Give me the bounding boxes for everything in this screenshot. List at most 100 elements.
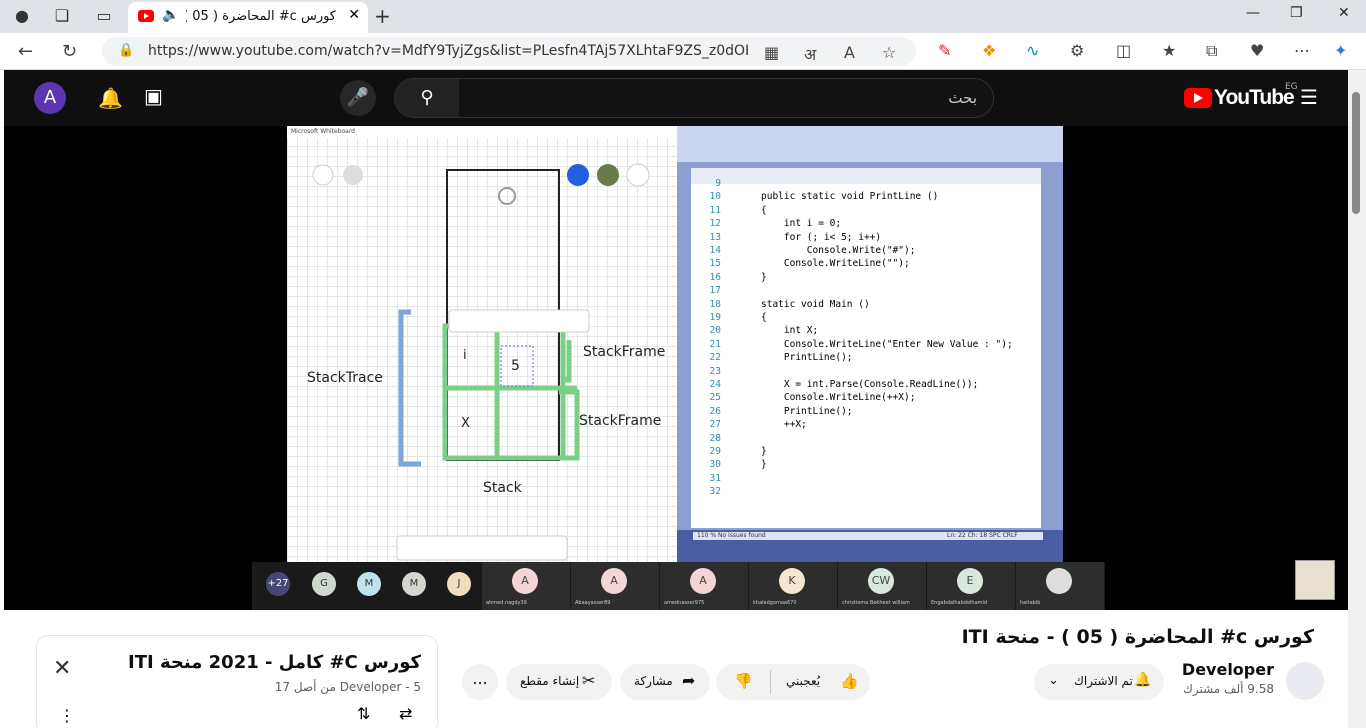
participant-avatar[interactable]: G — [312, 572, 336, 596]
url-text[interactable]: https://www.youtube.com/watch?v=MdfY9Tyj… — [148, 43, 748, 59]
extensions-icon[interactable]: ⚙ — [1070, 41, 1084, 60]
guide-menu-icon[interactable]: ☰ — [1300, 85, 1318, 109]
code-line[interactable]: Console.WriteLine(++X); — [761, 392, 916, 403]
participant-tile[interactable]: E Engabdalhabdelhamid — [927, 562, 1015, 610]
notifications-icon[interactable]: 🔔 — [98, 86, 123, 110]
dislike-icon[interactable]: 👎 — [734, 672, 753, 690]
restore-icon[interactable]: ❐ — [1290, 5, 1303, 21]
participant-tile[interactable]: Aahmed.nagdy39 — [482, 562, 570, 610]
address-bar[interactable]: 🔒 https://www.youtube.com/watch?v=MdfY9T… — [102, 37, 916, 66]
line-number: 13 — [709, 231, 721, 243]
code-line[interactable]: for (; i< 5; i++) — [761, 232, 881, 243]
code-line[interactable]: } — [761, 459, 767, 470]
chart-extension-icon[interactable]: ∿ — [1026, 41, 1039, 60]
code-line[interactable]: public static void PrintLine () — [761, 191, 938, 202]
subscribe-button[interactable]: ⌄ تم الاشتراك 🔔 — [1034, 664, 1164, 700]
new-tab-icon[interactable]: + — [374, 4, 391, 28]
code-line[interactable]: { — [761, 312, 767, 323]
color-extension-icon[interactable]: ❖ — [982, 41, 996, 60]
read-aloud-icon[interactable]: A — [844, 43, 855, 62]
code-line[interactable]: } — [761, 272, 767, 283]
favorite-star-icon[interactable]: ☆ — [882, 43, 896, 62]
code-line[interactable]: Console.Write("#"); — [761, 245, 916, 256]
more-vert-icon[interactable]: ⋮ — [59, 706, 75, 725]
participant-avatar[interactable]: J — [447, 572, 471, 596]
close-window-icon[interactable]: ✕ — [1338, 5, 1350, 21]
code-line[interactable]: PrintLine(); — [761, 406, 853, 417]
workspaces-icon[interactable]: ❏ — [52, 6, 72, 26]
channel-name[interactable]: Developer — [1182, 660, 1274, 679]
participant-tile[interactable]: haitabib — [1016, 562, 1104, 610]
line-number: 22 — [709, 352, 721, 364]
line-number: 10 — [709, 191, 721, 203]
code-line[interactable]: Console.WriteLine(""); — [761, 258, 910, 269]
code-line[interactable]: { — [761, 205, 767, 216]
code-line[interactable]: X = int.Parse(Console.ReadLine()); — [761, 379, 978, 390]
code-line[interactable]: } — [761, 446, 767, 457]
shuffle-icon[interactable]: ⇅ — [357, 704, 370, 723]
participant-tile[interactable]: Kkhaledgomaa670 — [749, 562, 837, 610]
back-icon[interactable]: ← — [18, 41, 33, 62]
favorites-icon[interactable]: ★ — [1162, 41, 1176, 60]
playlist-title[interactable]: كورس C# كامل - 2021 منحة ITI — [128, 652, 421, 673]
participant-tile[interactable]: Aamednasser975 — [660, 562, 748, 610]
translate-icon[interactable]: अ — [804, 43, 816, 65]
refresh-icon[interactable]: ↻ — [62, 41, 77, 62]
participant-tile[interactable]: CW christiema Bekheet william — [838, 562, 926, 610]
apps-icon[interactable]: ▦ — [764, 43, 779, 62]
more-menu-icon[interactable]: ⋯ — [1294, 41, 1310, 60]
code-line[interactable]: int i = 0; — [761, 218, 841, 229]
tab-title: كورس c# المحاضرة ( 05 ) - منحة — [186, 9, 336, 24]
clip-button[interactable]: إنشاء مقطع ✂ — [506, 664, 612, 700]
performance-icon[interactable]: ♥ — [1250, 41, 1264, 60]
channel-avatar[interactable] — [1286, 662, 1324, 700]
split-screen-icon[interactable]: ◫ — [1116, 41, 1131, 60]
participant-tile-name: ahmed.nagdy39 — [486, 600, 527, 606]
close-icon[interactable]: ✕ — [53, 656, 71, 681]
search-icon[interactable]: ⚲ — [395, 79, 459, 117]
avatar[interactable]: A — [34, 82, 66, 114]
code-line[interactable]: PrintLine(); — [761, 352, 853, 363]
copilot-icon[interactable]: ✦ — [1334, 41, 1347, 60]
page-scrollbar[interactable] — [1348, 70, 1366, 728]
tab-actions-icon[interactable]: ▭ — [94, 6, 114, 26]
youtube-header: A 🔔 ▣ 🎤 ⚲ بحث YouTube EG ☰ — [4, 70, 1348, 126]
pen-extension-icon[interactable]: ✎ — [938, 41, 951, 60]
participant-avatar[interactable]: M — [357, 572, 381, 596]
minimize-icon[interactable]: — — [1246, 5, 1260, 21]
line-number: 11 — [709, 204, 721, 216]
participant-tile-avatar: A — [601, 568, 627, 594]
line-number: 17 — [709, 285, 721, 297]
lock-icon[interactable]: 🔒 — [118, 43, 134, 58]
scrollbar-thumb[interactable] — [1352, 92, 1360, 214]
close-tab-icon[interactable]: ✕ — [348, 7, 360, 23]
profile-icon[interactable]: ● — [12, 6, 32, 26]
participant-tile[interactable]: A Abaayasser89 — [571, 562, 659, 610]
code-line[interactable]: int X; — [761, 325, 818, 336]
participant-tile-avatar — [1046, 568, 1072, 594]
like-dislike-button[interactable]: 👎 يُعجبني 👍 — [716, 664, 870, 700]
loop-icon[interactable]: ⇄ — [399, 704, 412, 723]
code-line[interactable]: static void Main () — [761, 299, 870, 310]
divider — [770, 670, 771, 694]
participant-avatar[interactable]: M — [402, 572, 426, 596]
vs-menu-bar — [677, 126, 1063, 162]
search-input[interactable]: بحث — [459, 79, 993, 117]
code-line[interactable]: Console.WriteLine("Enter New Value : "); — [761, 339, 1013, 350]
video-player[interactable]: Microsoft Whiteboard StackTrace StackFra… — [4, 126, 1348, 610]
create-video-icon[interactable]: ▣ — [144, 84, 163, 108]
voice-search-icon[interactable]: 🎤 — [340, 80, 376, 116]
vs-editor-tabs — [691, 168, 1041, 184]
line-number: 28 — [709, 432, 721, 444]
participant-count[interactable]: +27 — [266, 572, 290, 596]
browser-tab[interactable]: 🔈 كورس c# المحاضرة ( 05 ) - منحة ✕ — [128, 2, 368, 33]
share-button[interactable]: مشاركة ➦ — [620, 664, 710, 700]
like-icon[interactable]: 👍 — [840, 672, 859, 690]
speaker-icon[interactable]: 🔈 — [162, 7, 179, 23]
collections-icon[interactable]: ⧉ — [1206, 41, 1217, 61]
more-actions-button[interactable]: ... — [462, 664, 498, 700]
line-number: 30 — [709, 459, 721, 471]
code-line[interactable]: ++X; — [761, 419, 807, 430]
channel-watermark[interactable] — [1295, 560, 1335, 600]
wb-label-i: i — [463, 348, 467, 363]
